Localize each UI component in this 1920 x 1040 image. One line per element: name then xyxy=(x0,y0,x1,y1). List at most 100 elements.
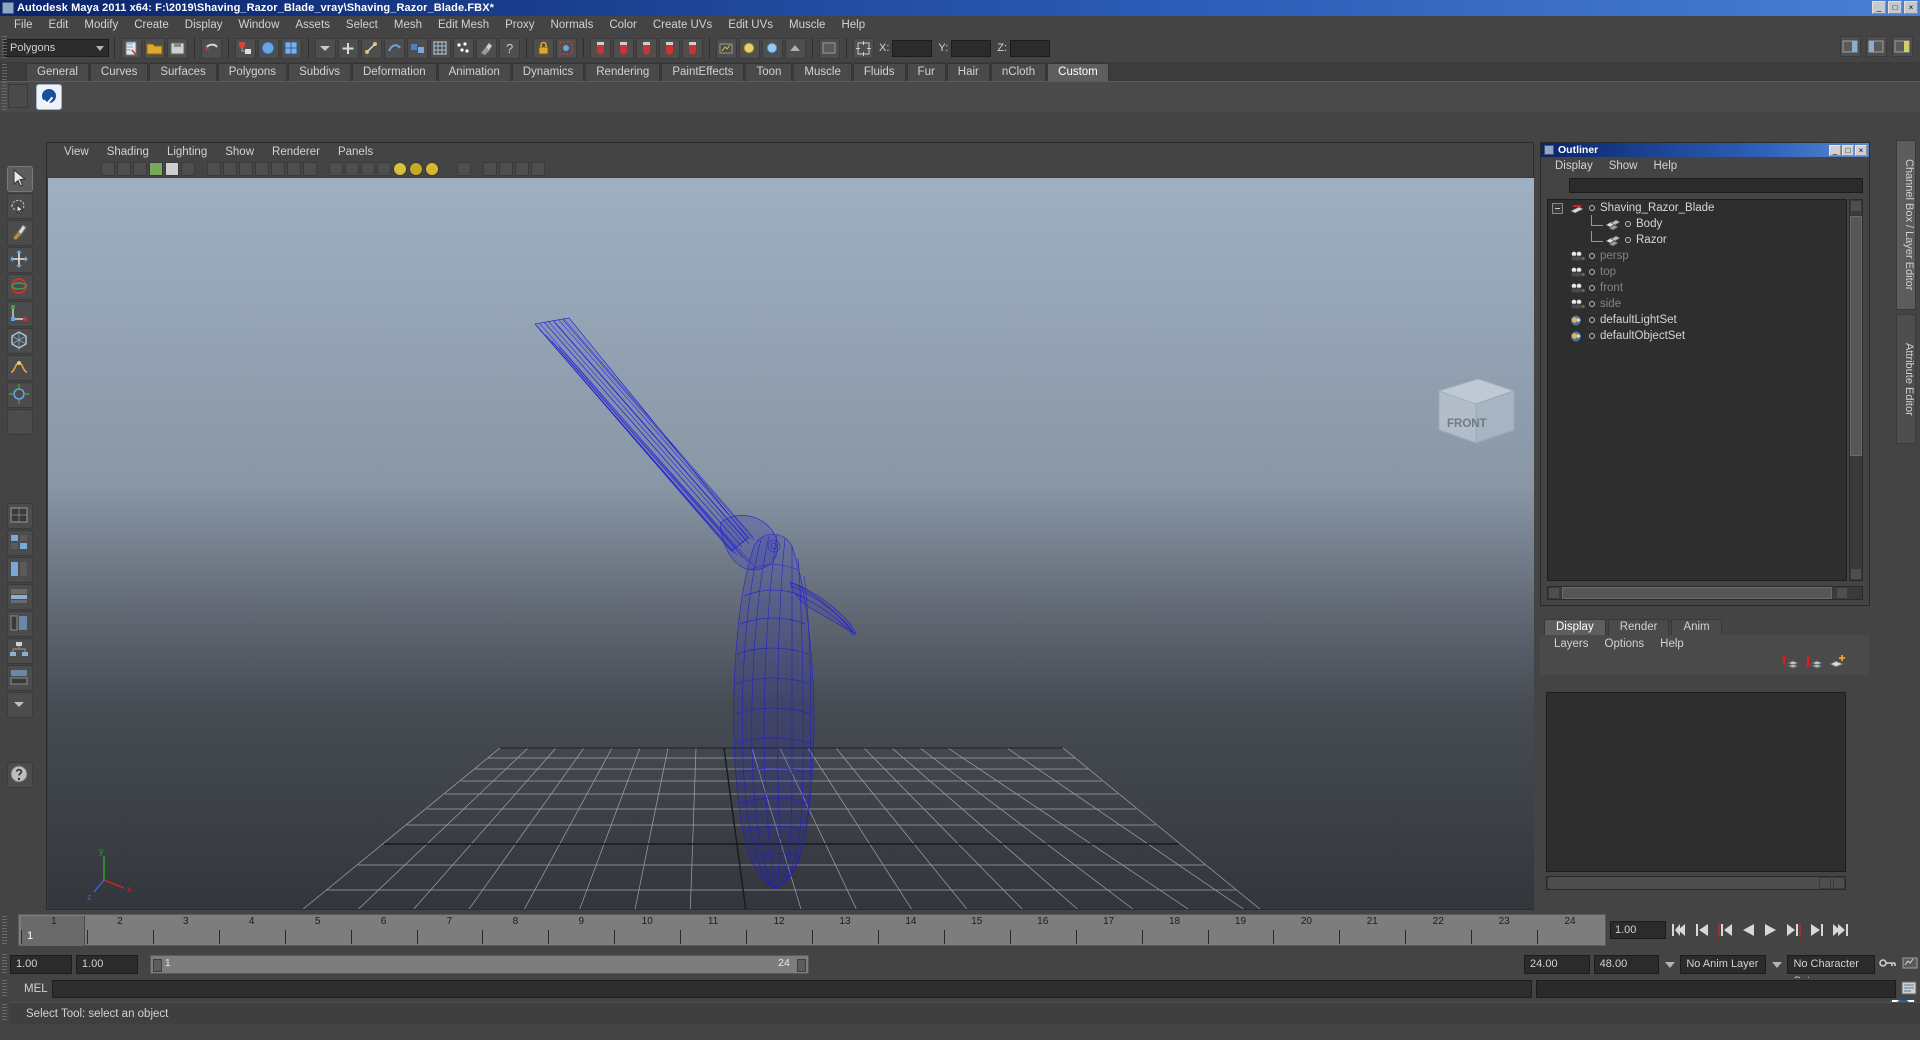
step-forward-keyframe-icon[interactable] xyxy=(1807,920,1827,940)
xray-icon[interactable] xyxy=(345,161,359,176)
outliner-item-defaultobjectset[interactable]: defaultObjectSet xyxy=(1548,328,1846,344)
y-axis-field[interactable] xyxy=(951,39,992,57)
outliner-minimize-button[interactable]: _ xyxy=(1829,144,1841,156)
character-set-field[interactable]: No Character Set xyxy=(1787,954,1876,987)
shelf-tab-polygons[interactable]: Polygons xyxy=(217,63,288,81)
3d-viewport[interactable]: persp xyxy=(48,178,1534,909)
shelf-tab-subdivs[interactable]: Subdivs xyxy=(288,63,351,81)
show-hide-attribute-editor-button[interactable] xyxy=(1840,36,1861,57)
shelf-tab-fluids[interactable]: Fluids xyxy=(852,63,906,81)
shelf-tab-rendering[interactable]: Rendering xyxy=(585,63,661,81)
persp-graph-layout[interactable] xyxy=(7,665,33,691)
menu-item-edit-uvs[interactable]: Edit UVs xyxy=(720,18,781,32)
layer-hscroll-thumb[interactable] xyxy=(1550,877,1842,889)
shelf-tab-muscle[interactable]: Muscle xyxy=(793,63,852,81)
outliner-maximize-button[interactable]: □ xyxy=(1842,144,1854,156)
close-button[interactable]: × xyxy=(1904,1,1918,14)
menu-item-muscle[interactable]: Muscle xyxy=(781,18,833,32)
snap-to-curve-button[interactable] xyxy=(613,37,634,59)
layer-editor-tab-render[interactable]: Render xyxy=(1607,619,1670,635)
show-hide-channel-box-button[interactable] xyxy=(1892,36,1913,57)
open-scene-button[interactable] xyxy=(144,37,165,59)
shelf-drag-handle[interactable] xyxy=(2,64,7,110)
range-slider-bar[interactable]: 1 24 xyxy=(149,954,809,974)
outliner-item-shaving_razor_blade[interactable]: Shaving_Razor_Blade xyxy=(1548,200,1846,216)
layer-editor-menu-layers[interactable]: Layers xyxy=(1546,638,1597,650)
time-slider-track[interactable]: 1 1 2 3 4 5 6 7 8 9 10 11 12 13 14 15 16 17 18 19 20 21 22 23 2… xyxy=(18,914,1606,946)
smooth-shade-selected-icon[interactable] xyxy=(239,161,253,176)
outliner-hscroll-thumb[interactable] xyxy=(1562,587,1832,599)
select-tool[interactable] xyxy=(7,166,33,192)
edge-mask-button[interactable] xyxy=(361,37,382,59)
outliner-vscroll-thumb[interactable] xyxy=(1850,216,1862,456)
paint-mask-button[interactable] xyxy=(476,37,497,59)
menu-item-display[interactable]: Display xyxy=(177,18,231,32)
range-end-time-field[interactable]: 24.00 xyxy=(1524,954,1590,974)
transform-field-mode-button[interactable] xyxy=(853,37,874,59)
three-pane-layout[interactable] xyxy=(7,584,33,610)
lock-selection-button[interactable] xyxy=(533,37,554,59)
dock-tab-channel-box-layer-editor[interactable]: Channel Box / Layer Editor xyxy=(1896,140,1916,310)
shelf-tab-surfaces[interactable]: Surfaces xyxy=(149,63,217,81)
hypergraph-layout[interactable] xyxy=(7,638,33,664)
step-back-keyframe-icon[interactable] xyxy=(1692,920,1712,940)
animation-start-time-field[interactable]: 1.00 xyxy=(10,954,72,974)
scroll-down-icon[interactable] xyxy=(1850,568,1862,580)
occlusion-icon[interactable] xyxy=(499,161,513,176)
ipr-render-button[interactable] xyxy=(762,37,783,59)
scroll-left-icon[interactable] xyxy=(1548,587,1560,599)
flat-shade-icon[interactable] xyxy=(255,161,269,176)
command-language-label[interactable]: MEL xyxy=(10,983,52,995)
no-manip-icon[interactable] xyxy=(483,161,497,176)
scroll-right-icon[interactable] xyxy=(1819,877,1831,889)
command-line-drag-handle[interactable] xyxy=(2,980,7,998)
render-settings-button[interactable] xyxy=(785,37,806,59)
scale-tool[interactable] xyxy=(7,301,33,327)
auto-key-icon[interactable] xyxy=(1879,955,1897,973)
outliner-menu-show[interactable]: Show xyxy=(1601,160,1646,172)
menu-item-color[interactable]: Color xyxy=(601,18,644,32)
universal-manipulator-tool[interactable] xyxy=(7,328,33,354)
open-toggle-box-button[interactable] xyxy=(819,37,840,59)
lock-camera-icon[interactable] xyxy=(117,161,131,176)
menu-item-proxy[interactable]: Proxy xyxy=(497,18,542,32)
x-axis-field[interactable] xyxy=(892,39,933,57)
four-view-layout[interactable] xyxy=(7,530,33,556)
perspective-layout[interactable] xyxy=(7,503,33,529)
component-mask-dropdown-button[interactable] xyxy=(315,37,336,59)
move-layer-up-icon[interactable] xyxy=(1781,654,1800,674)
more-layouts[interactable] xyxy=(7,692,33,718)
default-light-icon[interactable] xyxy=(393,161,407,176)
outliner-persp-layout[interactable] xyxy=(7,611,33,637)
move-tool[interactable] xyxy=(7,247,33,273)
menu-item-mesh[interactable]: Mesh xyxy=(386,18,430,32)
face-mask-button[interactable] xyxy=(384,37,405,59)
scroll-right-icon[interactable] xyxy=(1836,587,1848,599)
shelf-tab-ncloth[interactable]: nCloth xyxy=(990,63,1047,81)
move-layer-down-icon[interactable] xyxy=(1805,654,1824,674)
lattice-mask-button[interactable] xyxy=(430,37,451,59)
vertex-mask-button[interactable] xyxy=(338,37,359,59)
shelf-tab-toon[interactable]: Toon xyxy=(745,63,793,81)
outliner-item-persp[interactable]: persp xyxy=(1548,248,1846,264)
menu-item-edit[interactable]: Edit xyxy=(41,18,77,32)
command-input[interactable] xyxy=(52,980,1532,998)
menu-item-window[interactable]: Window xyxy=(230,18,287,32)
last-tool-used[interactable] xyxy=(7,409,33,435)
help-tool[interactable] xyxy=(7,762,33,788)
go-to-start-icon[interactable] xyxy=(1669,920,1689,940)
shelf-tab-painteffects[interactable]: PaintEffects xyxy=(661,63,745,81)
range-start-time-field[interactable]: 1.00 xyxy=(75,954,138,974)
snap-to-grid-button[interactable] xyxy=(590,37,611,59)
xray-joints-icon[interactable] xyxy=(361,161,375,176)
toolbar-drag-handle[interactable] xyxy=(2,36,7,60)
particle-mask-button[interactable] xyxy=(453,37,474,59)
select-camera-icon[interactable] xyxy=(101,161,115,176)
show-hide-tool-settings-button[interactable] xyxy=(1866,36,1887,57)
animation-end-time-field[interactable]: 48.00 xyxy=(1593,954,1660,974)
multisample-icon[interactable] xyxy=(515,161,529,176)
snap-to-view-plane-button[interactable] xyxy=(659,37,680,59)
shelf-tab-dynamics[interactable]: Dynamics xyxy=(511,63,585,81)
outliner-vertical-scrollbar[interactable] xyxy=(1849,199,1863,581)
dock-tab-attribute-editor[interactable]: Attribute Editor xyxy=(1896,314,1916,444)
